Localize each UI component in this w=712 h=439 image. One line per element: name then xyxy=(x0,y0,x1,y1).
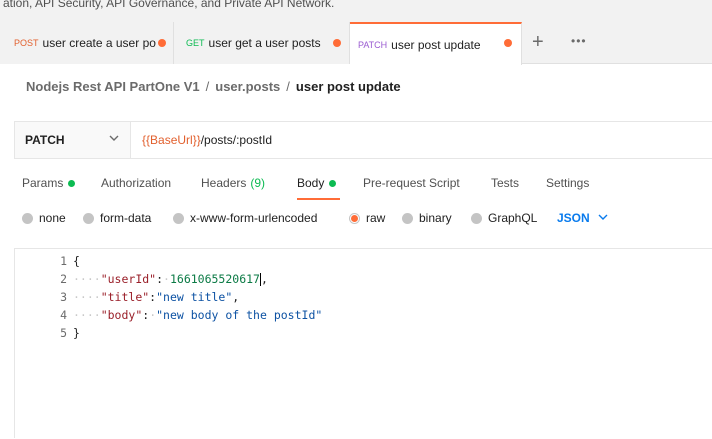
line-number-gutter: 1 2 3 4 5 xyxy=(15,249,73,439)
request-tab-bar: POST user create a user po GET user get … xyxy=(0,22,712,65)
code-token: "new title" xyxy=(156,290,233,304)
tab-label: user get a user posts xyxy=(208,36,321,50)
body-mode-none[interactable]: none xyxy=(22,211,66,225)
code-line: ····"body":·"new body of the postId" xyxy=(73,308,323,322)
line-number: 5 xyxy=(60,326,67,340)
tab-prerequest-label: Pre-request Script xyxy=(363,176,460,190)
method-label: PATCH xyxy=(25,133,65,147)
params-indicator-icon xyxy=(68,179,76,187)
unsaved-dot-icon xyxy=(158,39,166,47)
tab-settings-label: Settings xyxy=(546,176,590,190)
radio-icon xyxy=(471,212,482,224)
line-number: 2 xyxy=(60,272,67,286)
code-token: "body" xyxy=(100,308,143,322)
request-tab-patch[interactable]: PATCH user post update xyxy=(350,22,522,65)
tab-headers-label: Headers xyxy=(201,176,247,190)
active-tab-underline xyxy=(297,198,340,200)
body-mode-label: none xyxy=(39,211,66,225)
body-mode-urlencoded[interactable]: x-www-form-urlencoded xyxy=(173,211,317,225)
tab-method-label: GET xyxy=(186,38,205,48)
page-top-text: ation, API Security, API Governance, and… xyxy=(0,0,712,22)
body-mode-graphql[interactable]: GraphQL xyxy=(471,211,537,225)
tab-authorization-label: Authorization xyxy=(101,176,172,190)
tab-method-label: POST xyxy=(14,38,39,48)
line-number: 1 xyxy=(60,254,67,268)
radio-selected-icon xyxy=(349,212,360,224)
headers-count: (9) xyxy=(250,176,266,190)
body-mode-raw[interactable]: raw xyxy=(349,211,385,225)
tab-tests[interactable]: Tests xyxy=(491,176,519,190)
method-dropdown[interactable]: PATCH xyxy=(15,122,131,158)
breadcrumb: Nodejs Rest API PartOne V1 / user.posts … xyxy=(26,79,401,94)
unsaved-dot-icon xyxy=(333,39,341,47)
request-url-bar: PATCH {{BaseUrl}}/posts/:postId xyxy=(14,121,712,159)
body-format-dropdown[interactable]: JSON xyxy=(557,211,608,225)
unsaved-dot-icon xyxy=(504,39,512,47)
breadcrumb-collection[interactable]: Nodejs Rest API PartOne V1 xyxy=(26,79,200,94)
request-tab-post[interactable]: POST user create a user po xyxy=(0,22,174,64)
url-input[interactable]: {{BaseUrl}}/posts/:postId xyxy=(131,122,712,158)
code-token: } xyxy=(73,326,80,340)
code-line: ····"userId":·1661065520617, xyxy=(73,272,268,286)
tab-label: user create a user po xyxy=(42,36,156,50)
tab-prerequest-script[interactable]: Pre-request Script xyxy=(363,176,460,190)
body-mode-label: binary xyxy=(419,211,452,225)
tab-params-label: Params xyxy=(22,176,64,190)
tab-label: user post update xyxy=(391,37,481,52)
tab-method-label: PATCH xyxy=(358,39,388,50)
body-mode-label: x-www-form-urlencoded xyxy=(190,211,318,225)
body-indicator-icon xyxy=(329,179,337,187)
url-variable: {{BaseUrl}} xyxy=(142,133,201,147)
radio-icon xyxy=(173,212,184,224)
chevron-down-icon xyxy=(109,134,119,145)
tab-settings[interactable]: Settings xyxy=(546,176,589,190)
breadcrumb-separator: / xyxy=(286,79,290,94)
tab-body-label: Body xyxy=(297,176,325,190)
tab-body[interactable]: Body xyxy=(297,176,337,190)
radio-icon xyxy=(402,212,413,224)
body-mode-label: form-data xyxy=(100,211,152,225)
code-line: { xyxy=(73,254,80,268)
tab-headers[interactable]: Headers (9) xyxy=(201,176,265,190)
body-mode-label: raw xyxy=(366,211,386,225)
line-number: 3 xyxy=(60,290,67,304)
breadcrumb-folder[interactable]: user.posts xyxy=(215,79,280,94)
line-number: 4 xyxy=(60,308,67,322)
radio-icon xyxy=(83,212,94,224)
body-format-label: JSON xyxy=(557,211,590,225)
radio-icon xyxy=(22,212,33,224)
tab-tests-label: Tests xyxy=(491,176,520,190)
text-cursor xyxy=(259,273,261,286)
code-token: "userId" xyxy=(100,272,157,286)
code-line: ····"title":"new title", xyxy=(73,290,240,304)
code-token: "title" xyxy=(100,290,150,304)
body-mode-binary[interactable]: binary xyxy=(402,211,452,225)
chevron-down-icon xyxy=(598,212,608,224)
code-line: } xyxy=(73,326,80,340)
code-token: 1661065520617 xyxy=(169,272,260,286)
url-path: /posts/:postId xyxy=(200,133,273,147)
more-tabs-icon[interactable]: ••• xyxy=(571,34,587,48)
breadcrumb-request[interactable]: user post update xyxy=(296,79,401,94)
tab-params[interactable]: Params xyxy=(22,176,76,190)
body-mode-form-data[interactable]: form-data xyxy=(83,211,151,225)
tab-authorization[interactable]: Authorization xyxy=(101,176,171,190)
breadcrumb-separator: / xyxy=(205,79,210,94)
body-code-editor[interactable]: 1 2 3 4 5 { ····"userId":·1661065520617,… xyxy=(14,248,712,438)
body-mode-label: GraphQL xyxy=(488,211,538,225)
request-tab-get[interactable]: GET user get a user posts xyxy=(174,22,350,64)
new-tab-plus-icon[interactable]: + xyxy=(532,31,544,53)
code-token: "new body of the postId" xyxy=(156,308,323,322)
code-token: { xyxy=(73,254,80,268)
